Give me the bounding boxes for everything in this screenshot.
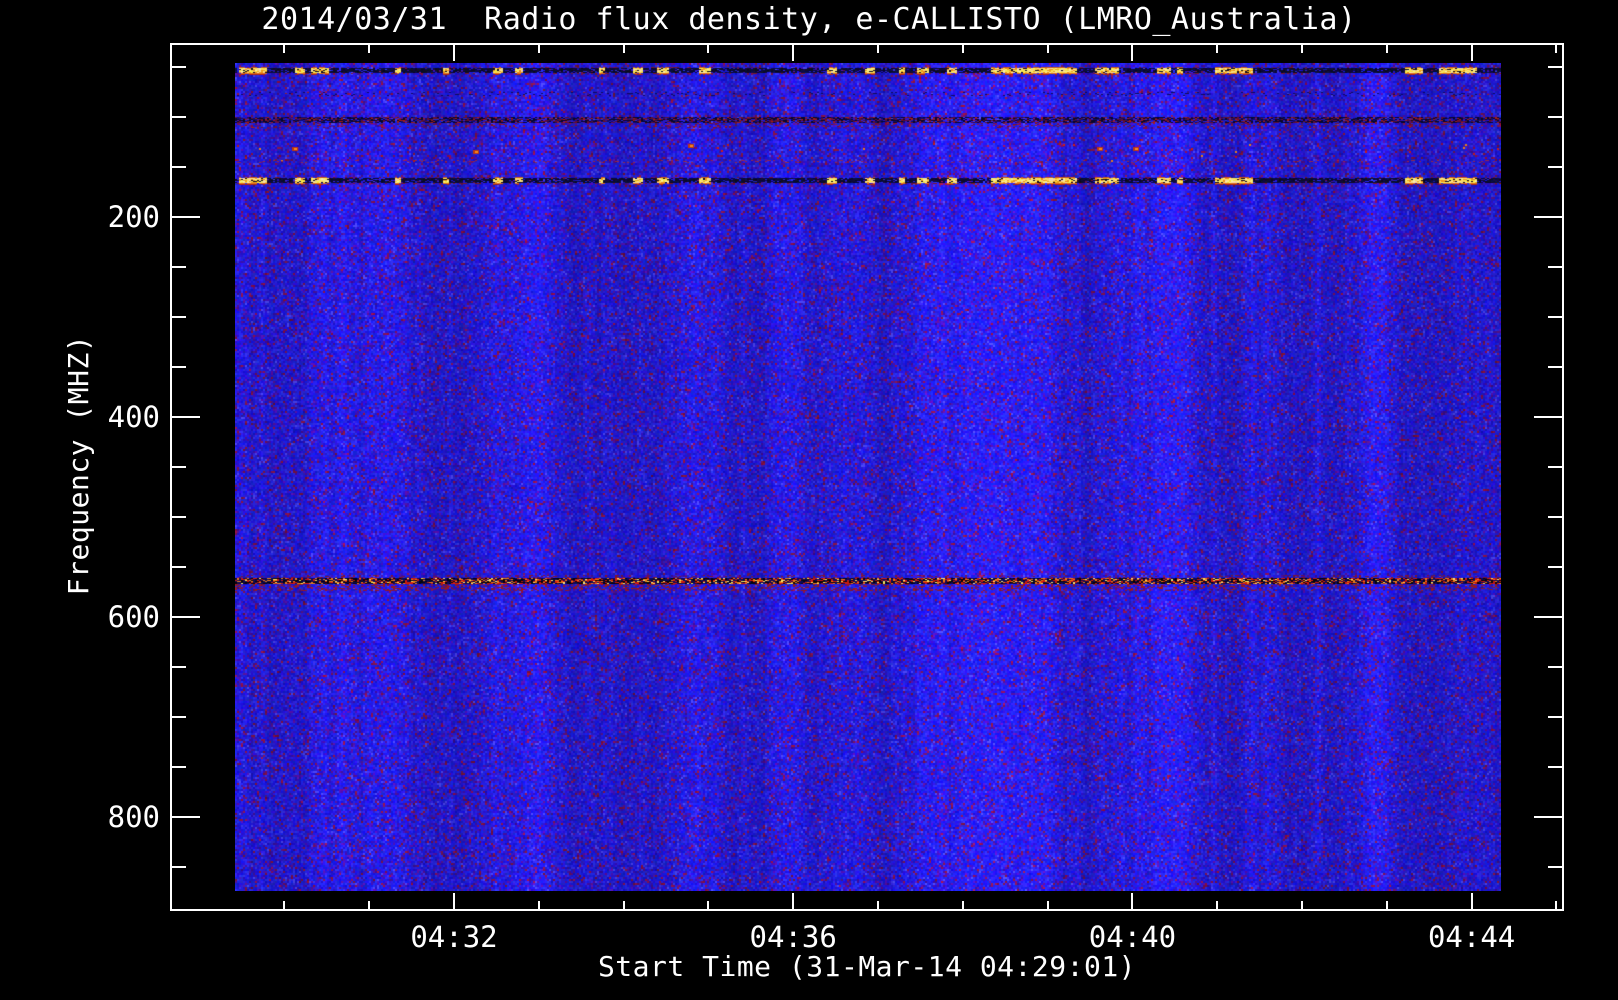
x-minor-tick-bottom (1301, 901, 1303, 909)
x-major-tick-bottom (453, 893, 455, 909)
x-minor-tick-bottom (368, 901, 371, 909)
y-minor-tick-left (172, 866, 186, 868)
x-minor-tick-bottom (537, 901, 540, 909)
x-minor-tick-bottom (1216, 901, 1219, 909)
x-minor-tick-bottom (1385, 901, 1388, 909)
x-minor-tick-top (1216, 45, 1219, 53)
y-minor-tick-right (1548, 666, 1562, 668)
y-minor-tick-right (1548, 266, 1562, 268)
x-major-tick-top (1131, 45, 1134, 61)
x-minor-tick-top (368, 45, 371, 53)
x-major-tick-top (1470, 45, 1473, 61)
y-major-tick-left (172, 816, 200, 818)
y-minor-tick-right (1548, 166, 1562, 168)
y-minor-tick-left (172, 66, 186, 68)
x-minor-tick-top (1301, 45, 1303, 53)
x-minor-tick-top (1046, 45, 1049, 53)
y-minor-tick-right (1548, 716, 1562, 718)
plot-frame (170, 43, 1564, 911)
x-minor-tick-bottom (1046, 901, 1049, 909)
y-minor-tick-right (1548, 116, 1562, 118)
chart-title: 2014/03/31 Radio flux density, e-CALLIST… (261, 2, 1357, 37)
x-major-tick-top (792, 45, 795, 61)
x-minor-tick-top (537, 45, 540, 53)
x-minor-tick-bottom (707, 901, 710, 909)
x-major-tick-top (453, 45, 455, 61)
y-major-tick-left (172, 416, 200, 418)
x-axis-title: Start Time (31-Mar-14 04:29:01) (597, 950, 1137, 983)
y-minor-tick-right (1548, 866, 1562, 868)
y-minor-tick-left (172, 116, 186, 118)
spectrogram-screenshot: 2014/03/31 Radio flux density, e-CALLIST… (0, 0, 1618, 1000)
y-tick-label: 200 (107, 200, 160, 234)
y-minor-tick-right (1548, 66, 1562, 68)
y-major-tick-left (172, 616, 200, 618)
x-minor-tick-top (622, 45, 625, 53)
x-minor-tick-bottom (622, 901, 625, 909)
x-tick-label: 04:32 (410, 920, 498, 954)
x-minor-tick-top (707, 45, 710, 53)
x-minor-tick-top (1555, 45, 1558, 53)
y-minor-tick-left (172, 166, 186, 168)
x-major-tick-bottom (792, 893, 795, 909)
y-minor-tick-right (1548, 466, 1562, 468)
y-major-tick-right (1534, 416, 1562, 418)
y-minor-tick-left (172, 266, 186, 268)
y-tick-label: 600 (107, 600, 160, 634)
y-minor-tick-left (172, 666, 186, 668)
y-minor-tick-left (172, 516, 186, 518)
x-minor-tick-top (877, 45, 879, 53)
y-major-tick-right (1534, 616, 1562, 618)
y-minor-tick-left (172, 766, 186, 768)
y-minor-tick-right (1548, 766, 1562, 768)
y-minor-tick-left (172, 466, 186, 468)
y-minor-tick-right (1548, 566, 1562, 568)
y-minor-tick-right (1548, 316, 1562, 318)
x-minor-tick-top (1385, 45, 1388, 53)
x-minor-tick-bottom (283, 901, 286, 909)
x-minor-tick-top (283, 45, 286, 53)
x-tick-label: 04:44 (1427, 920, 1516, 954)
y-major-tick-right (1534, 816, 1562, 818)
y-minor-tick-left (172, 716, 186, 718)
y-minor-tick-right (1548, 366, 1562, 368)
x-minor-tick-top (961, 45, 964, 53)
y-tick-label: 800 (107, 800, 160, 834)
x-minor-tick-bottom (1555, 901, 1558, 909)
x-minor-tick-bottom (877, 901, 879, 909)
y-minor-tick-left (172, 566, 186, 568)
y-major-tick-right (1534, 216, 1562, 218)
y-minor-tick-right (1548, 516, 1562, 518)
y-minor-tick-left (172, 366, 186, 368)
y-axis-title: Frequency (MHZ) (62, 334, 95, 596)
y-minor-tick-left (172, 316, 186, 318)
y-major-tick-left (172, 216, 200, 218)
x-tick-label: 04:40 (1088, 920, 1177, 954)
x-minor-tick-bottom (961, 901, 964, 909)
x-major-tick-bottom (1131, 893, 1134, 909)
y-tick-label: 400 (107, 400, 160, 434)
x-major-tick-bottom (1470, 893, 1473, 909)
x-tick-label: 04:36 (749, 920, 837, 954)
